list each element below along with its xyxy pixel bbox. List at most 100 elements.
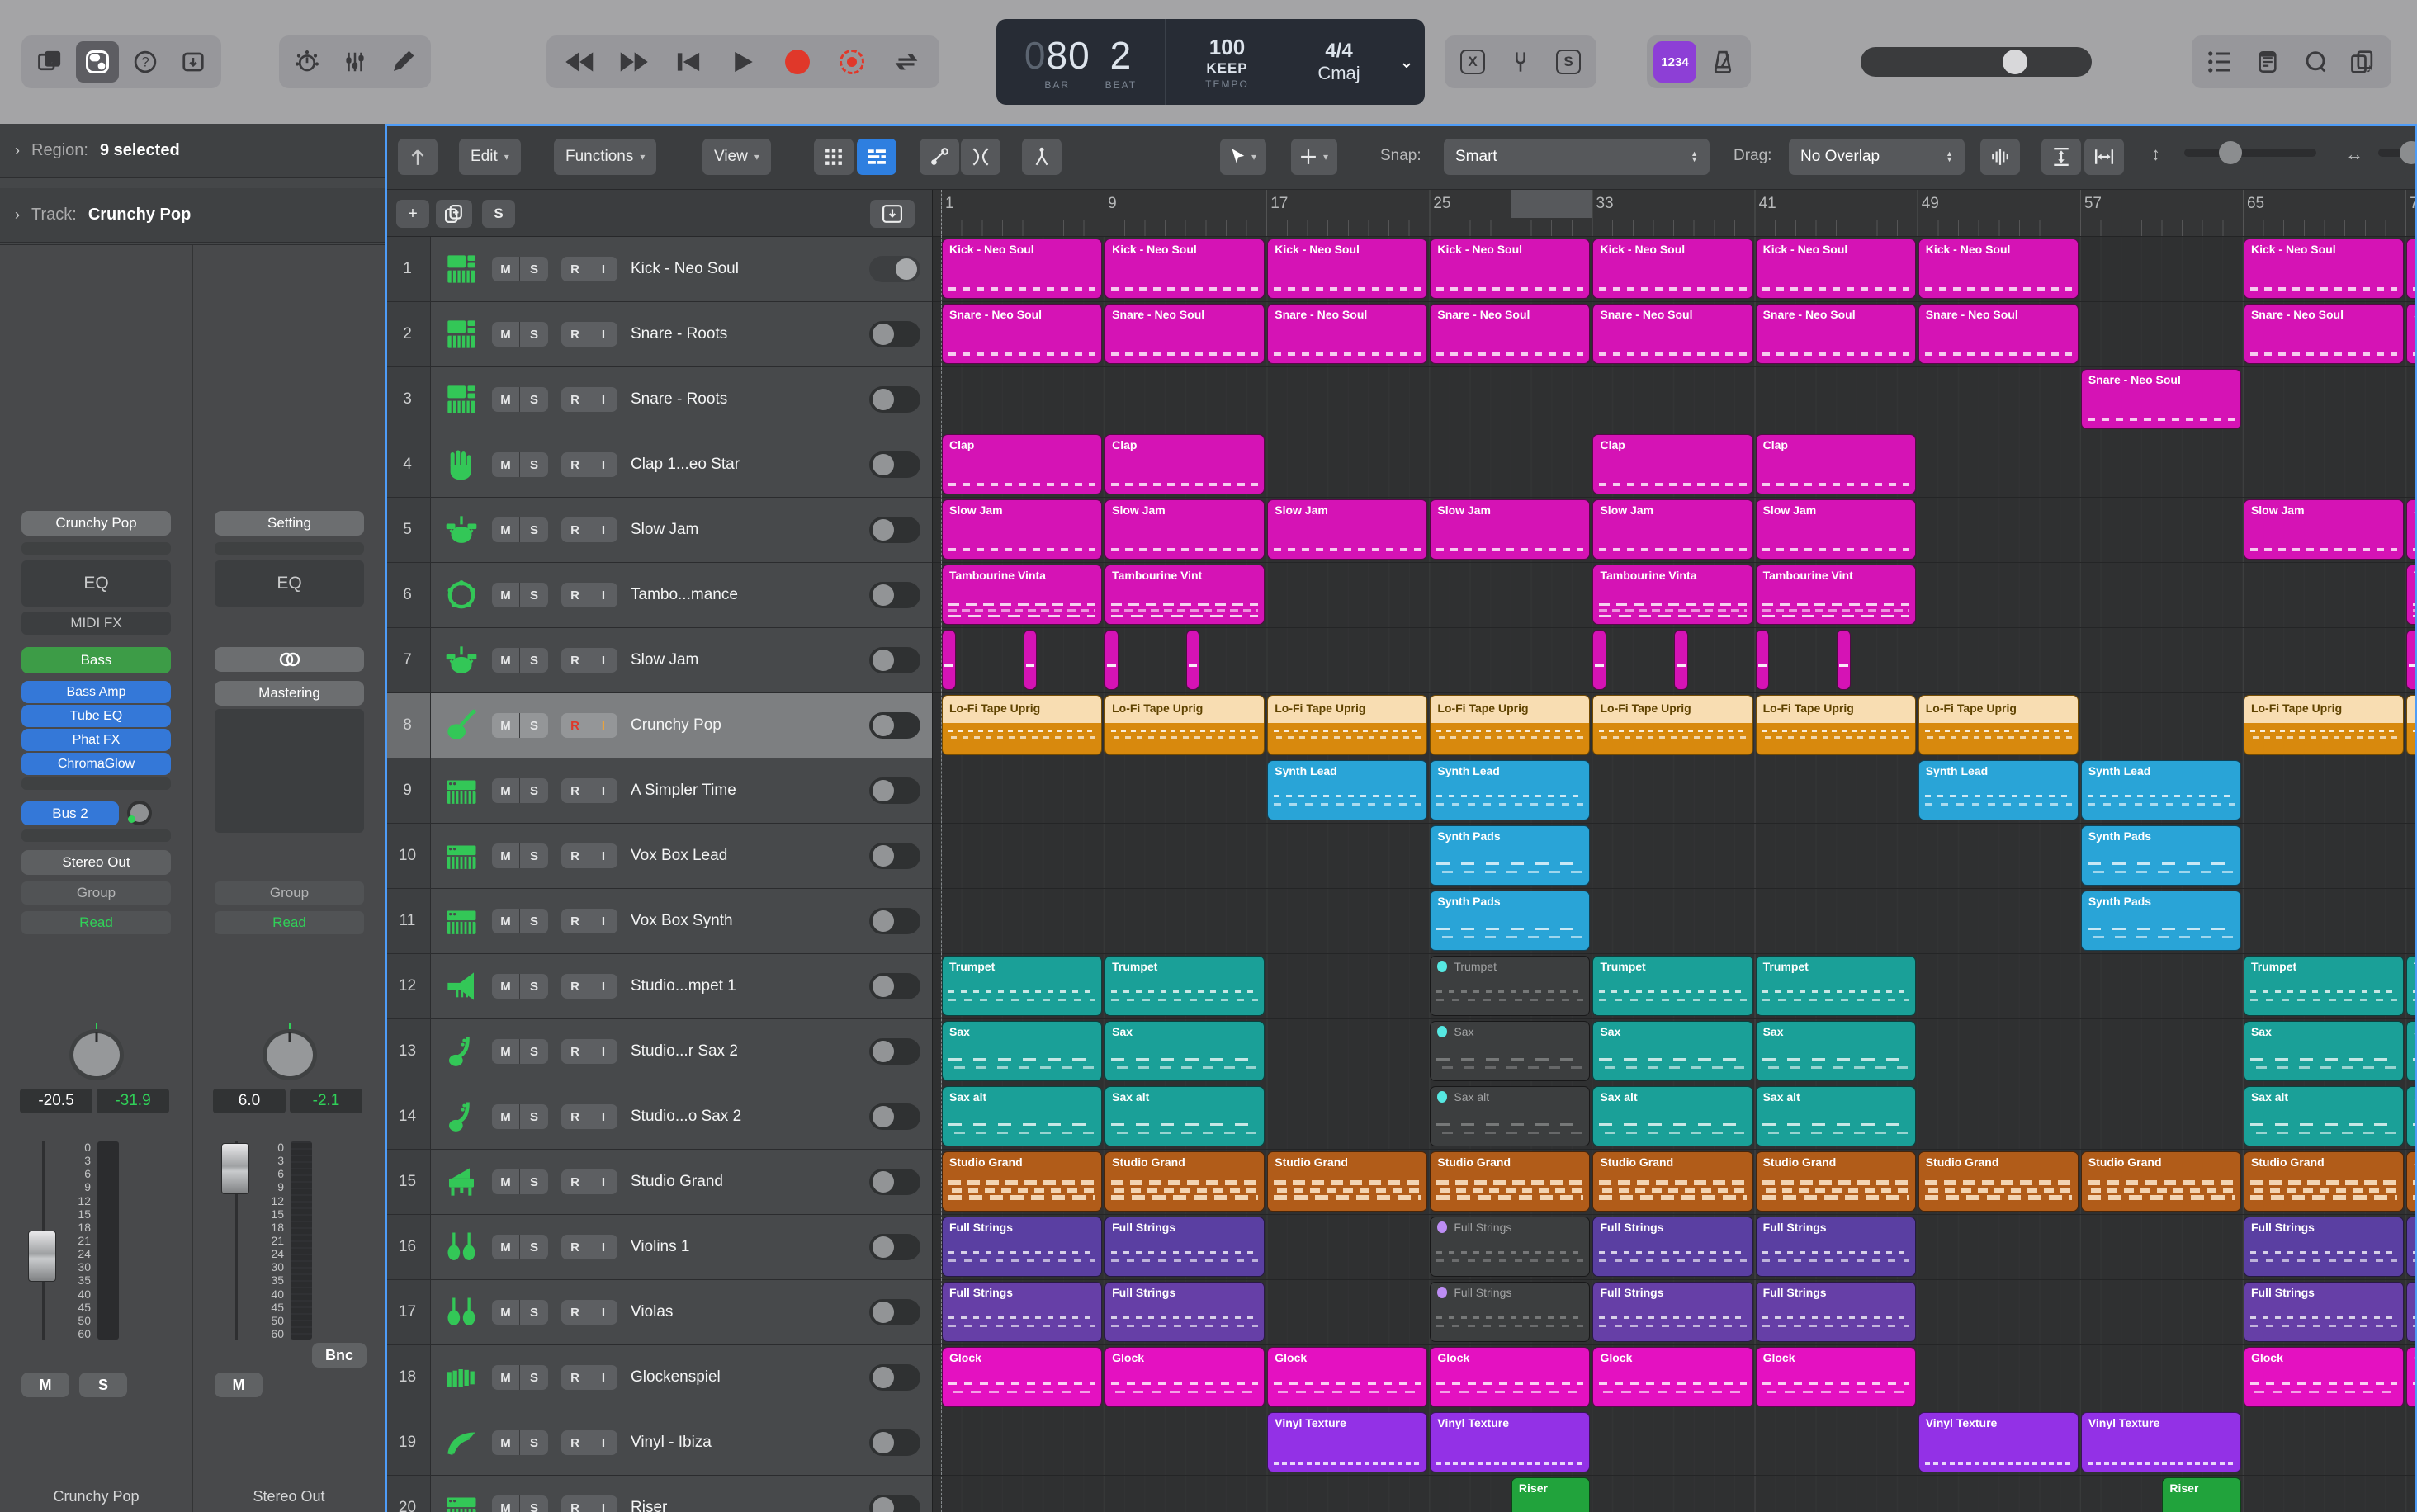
region[interactable]: Trumpet bbox=[1756, 956, 1916, 1016]
region[interactable]: Full Strings bbox=[1756, 1282, 1916, 1342]
region[interactable]: Full Strings bbox=[1104, 1282, 1265, 1342]
snap-select[interactable]: Smart▲▼ bbox=[1444, 139, 1710, 175]
track-name[interactable]: Glockenspiel bbox=[631, 1368, 869, 1387]
track-row-12[interactable]: 12MSRIStudio...mpet 1 bbox=[385, 954, 932, 1019]
region[interactable]: Lo-Fi Tape Uprig bbox=[942, 695, 1102, 755]
region[interactable]: Studio Grand bbox=[2081, 1151, 2241, 1212]
region[interactable]: Glock bbox=[2406, 1347, 2417, 1407]
region-inspector-header[interactable]: › Region: 9 selected bbox=[0, 124, 385, 178]
region[interactable]: Studio Grand bbox=[1267, 1151, 1427, 1212]
track-solo-button[interactable]: S bbox=[520, 1104, 548, 1129]
region[interactable]: Tambourine Vint bbox=[1756, 565, 1916, 625]
region[interactable]: Sax alt bbox=[2406, 1086, 2417, 1146]
track-mute-button[interactable]: M bbox=[492, 843, 520, 868]
grid-view-icon[interactable] bbox=[814, 139, 854, 175]
track-on-off-toggle[interactable] bbox=[869, 1103, 920, 1130]
track-name[interactable]: Slow Jam bbox=[631, 521, 869, 539]
region[interactable] bbox=[1024, 630, 1038, 690]
track-on-off-toggle[interactable] bbox=[869, 256, 920, 282]
region[interactable]: Kick - Neo Soul bbox=[942, 239, 1102, 299]
track-input-monitor-button[interactable]: I bbox=[589, 517, 617, 542]
play-icon[interactable] bbox=[721, 41, 764, 83]
region[interactable]: Trumpet bbox=[2406, 956, 2417, 1016]
track-on-off-toggle[interactable] bbox=[869, 1038, 920, 1065]
waveform-zoom-icon[interactable] bbox=[1980, 139, 2020, 175]
tuner-icon[interactable] bbox=[1499, 41, 1542, 83]
audio-fx-plugin-button[interactable]: Phat FX bbox=[21, 729, 171, 751]
region[interactable] bbox=[1756, 630, 1770, 690]
channel-setting-button[interactable]: Setting bbox=[215, 511, 364, 536]
list-editors-icon[interactable] bbox=[2198, 41, 2241, 83]
region[interactable]: Studio Grand bbox=[1756, 1151, 1916, 1212]
region[interactable]: Snare - Neo Soul bbox=[2081, 369, 2241, 429]
region[interactable]: Snare - Neo Soul bbox=[1267, 304, 1427, 364]
automation-icon[interactable] bbox=[920, 139, 959, 175]
track-record-enable-button[interactable]: R bbox=[561, 452, 589, 477]
track-solo-button[interactable]: S bbox=[520, 843, 548, 868]
track-row-19[interactable]: 19MSRIVinyl - Ibiza bbox=[385, 1410, 932, 1476]
lcd-display[interactable]: 080 BAR 2 BEAT 100 KEEP TEMPO 4/4 Cmaj ⌄ bbox=[996, 19, 1425, 105]
volume-fader[interactable] bbox=[223, 1141, 248, 1340]
track-mute-button[interactable]: M bbox=[492, 909, 520, 933]
track-mute-button[interactable]: M bbox=[492, 517, 520, 542]
region[interactable]: Vinyl Texture bbox=[1430, 1412, 1590, 1472]
fader-thumb[interactable] bbox=[221, 1143, 249, 1194]
track-record-enable-button[interactable]: R bbox=[561, 1430, 589, 1455]
region[interactable]: Trumpet bbox=[2244, 956, 2404, 1016]
track-row-2[interactable]: 2MSRISnare - Roots bbox=[385, 302, 932, 367]
region[interactable]: Glock bbox=[2244, 1347, 2404, 1407]
track-record-enable-button[interactable]: R bbox=[561, 974, 589, 999]
group-button[interactable]: Group bbox=[215, 881, 364, 905]
region[interactable]: Full Strings bbox=[1430, 1282, 1590, 1342]
note-pads-icon[interactable] bbox=[2246, 41, 2289, 83]
region[interactable]: Sax bbox=[1104, 1021, 1265, 1081]
track-on-off-toggle[interactable] bbox=[869, 843, 920, 869]
region[interactable]: Snare - Neo Soul bbox=[1430, 304, 1590, 364]
mute-button[interactable]: M bbox=[21, 1373, 69, 1397]
apple-loops-icon[interactable]: ♪ bbox=[2342, 41, 2385, 83]
region[interactable]: Lo-Fi Tape Uprig bbox=[2244, 695, 2404, 755]
track-record-enable-button[interactable]: R bbox=[561, 1365, 589, 1390]
track-record-enable-button[interactable]: R bbox=[561, 1495, 589, 1512]
track-input-monitor-button[interactable]: I bbox=[589, 778, 617, 803]
cycle-range[interactable] bbox=[1511, 190, 1592, 218]
track-name[interactable]: Snare - Roots bbox=[631, 390, 869, 409]
mute-button[interactable]: M bbox=[215, 1373, 263, 1397]
track-name[interactable]: Studio Grand bbox=[631, 1173, 869, 1191]
track-input-monitor-button[interactable]: I bbox=[589, 1039, 617, 1064]
track-row-10[interactable]: 10MSRIVox Box Lead bbox=[385, 824, 932, 889]
track-mute-button[interactable]: M bbox=[492, 648, 520, 673]
region[interactable]: Full Strings bbox=[2244, 1217, 2404, 1277]
track-on-off-toggle[interactable] bbox=[869, 517, 920, 543]
global-solo-button[interactable]: S bbox=[482, 200, 515, 228]
region[interactable]: Slow Jam bbox=[2244, 499, 2404, 560]
track-on-off-toggle[interactable] bbox=[869, 1364, 920, 1391]
track-row-18[interactable]: 18MSRIGlockenspiel bbox=[385, 1345, 932, 1410]
pan-knob[interactable] bbox=[69, 1029, 124, 1080]
region[interactable]: Synth Pads bbox=[2081, 891, 2241, 951]
region[interactable]: Sax bbox=[1430, 1021, 1590, 1081]
audio-fx-plugin-button[interactable]: ChromaGlow bbox=[21, 753, 171, 775]
send-level-knob[interactable] bbox=[127, 801, 152, 825]
audio-fx-button[interactable]: Mastering bbox=[215, 681, 364, 706]
horizontal-zoom-thumb[interactable] bbox=[2400, 141, 2417, 164]
track-on-off-toggle[interactable] bbox=[869, 1234, 920, 1260]
region[interactable]: Studio Grand bbox=[1104, 1151, 1265, 1212]
hide-automation-icon[interactable] bbox=[398, 139, 438, 175]
track-mute-button[interactable]: M bbox=[492, 778, 520, 803]
region[interactable]: Slow Jam bbox=[1592, 499, 1752, 560]
track-row-16[interactable]: 16MSRIViolins 1 bbox=[385, 1215, 932, 1280]
track-input-monitor-button[interactable]: I bbox=[589, 1495, 617, 1512]
track-record-enable-button[interactable]: R bbox=[561, 322, 589, 347]
track-solo-button[interactable]: S bbox=[520, 1039, 548, 1064]
solo-mode-icon[interactable]: S bbox=[1547, 41, 1590, 83]
track-solo-button[interactable]: S bbox=[520, 1430, 548, 1455]
track-mute-button[interactable]: M bbox=[492, 452, 520, 477]
library-icon[interactable]: ♪ bbox=[28, 41, 71, 83]
region[interactable]: Kick - Neo Soul bbox=[1104, 239, 1265, 299]
track-row-17[interactable]: 17MSRIViolas bbox=[385, 1280, 932, 1345]
track-record-enable-button[interactable]: R bbox=[561, 909, 589, 933]
region[interactable] bbox=[1674, 630, 1688, 690]
region[interactable] bbox=[1186, 630, 1200, 690]
region[interactable]: Glock bbox=[942, 1347, 1102, 1407]
